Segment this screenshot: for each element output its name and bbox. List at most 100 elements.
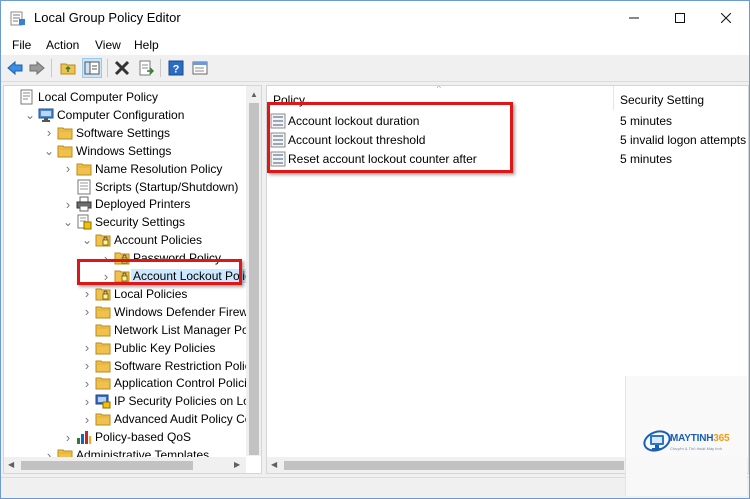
collapse-chevron-icon[interactable]: ⌄	[63, 213, 73, 231]
column-header-security-setting[interactable]: Security Setting	[620, 86, 704, 110]
expand-chevron-icon[interactable]: ›	[82, 357, 92, 375]
tree-item[interactable]: › Name Resolution Policy	[4, 160, 246, 178]
security-setting-value: 5 invalid logon attempts	[620, 133, 747, 147]
tree-vertical-scroll-thumb[interactable]	[249, 103, 259, 455]
collapse-chevron-icon[interactable]: ⌄	[25, 106, 35, 124]
collapse-chevron-icon[interactable]: ⌄	[44, 142, 54, 160]
menu-action[interactable]: Action	[46, 38, 79, 52]
tree-item-label: Name Resolution Policy	[95, 161, 223, 176]
tree-item[interactable]: › Password Policy	[4, 249, 246, 267]
maximize-button[interactable]	[657, 1, 703, 34]
tree-item-label: Scripts (Startup/Shutdown)	[95, 179, 239, 194]
tree-item[interactable]: ⌄ Account Policies	[4, 231, 246, 249]
expand-chevron-icon[interactable]: ›	[101, 249, 111, 267]
back-button[interactable]	[5, 58, 25, 78]
expand-chevron-icon[interactable]: ›	[63, 428, 73, 446]
security-setting-value: 5 minutes	[620, 152, 673, 166]
column-header-policy[interactable]: Policy	[273, 86, 305, 110]
tree-item[interactable]: › Software Settings	[4, 124, 246, 142]
folder-icon	[57, 143, 73, 159]
show-hide-tree-button[interactable]	[82, 58, 102, 78]
scroll-up-icon[interactable]: ▲	[250, 90, 258, 99]
title-bar[interactable]: Local Group Policy Editor	[1, 1, 749, 35]
up-folder-icon	[60, 63, 76, 75]
tree-item[interactable]: ⌄ Computer Configuration	[4, 106, 246, 124]
tree-horizontal-scroll-thumb[interactable]	[21, 461, 193, 470]
tree-item[interactable]: Network List Manager Polici	[4, 321, 261, 339]
tree-item[interactable]: › Local Policies	[4, 285, 246, 303]
scroll-right-icon[interactable]: ▶	[234, 460, 240, 469]
details-scroll-left-icon[interactable]: ◀	[271, 460, 277, 469]
tree-vertical-scrollbar[interactable]: ▲	[246, 86, 261, 456]
policy-row[interactable]: Account lockout duration 5 minutes	[267, 111, 748, 130]
tree-item-label: Public Key Policies	[114, 340, 216, 355]
collapse-chevron-icon[interactable]: ⌄	[82, 231, 92, 249]
tree-item[interactable]: ⌄ Windows Settings	[4, 142, 246, 160]
folder-icon	[95, 304, 111, 320]
tree-item[interactable]: Scripts (Startup/Shutdown)	[4, 178, 246, 196]
sort-ascending-icon: ^	[437, 85, 441, 93]
up-folder-button[interactable]	[58, 58, 78, 78]
tree-item-label: IP Security Policies on Local	[114, 394, 262, 409]
delete-button[interactable]	[112, 58, 132, 78]
tree-item-label: Deployed Printers	[95, 197, 191, 212]
policy-name: Account lockout threshold	[288, 133, 426, 147]
expand-chevron-icon[interactable]: ›	[63, 160, 73, 178]
policy-row[interactable]: Reset account lockout counter after 5 min…	[267, 149, 748, 168]
folder-icon	[95, 358, 111, 374]
tree-item[interactable]: › Deployed Printers	[4, 195, 246, 213]
forward-button[interactable]	[27, 58, 47, 78]
maytinh365-watermark: MAYTINH365 Chuyên & Thủ thuật Máy tính	[625, 376, 747, 496]
expand-chevron-icon[interactable]: ›	[82, 303, 92, 321]
svg-text:?: ?	[173, 64, 180, 76]
tree-item[interactable]: ⌄ Security Settings	[4, 213, 246, 231]
properties-button[interactable]	[190, 58, 210, 78]
policy-row[interactable]: Account lockout threshold 5 invalid logon…	[267, 130, 748, 149]
tree-item[interactable]: Local Computer Policy	[4, 88, 246, 106]
folder-icon	[95, 411, 111, 427]
tree-item[interactable]: › Public Key Policies	[4, 339, 246, 357]
tree-item[interactable]: › Advanced Audit Policy Conf	[4, 410, 261, 428]
tree-item-label: Local Computer Policy	[38, 90, 159, 104]
menu-bar: File Action View Help	[1, 35, 749, 55]
expand-chevron-icon[interactable]: ›	[82, 285, 92, 303]
minimize-button[interactable]	[611, 1, 657, 34]
tree-item-label: Computer Configuration	[57, 107, 185, 122]
tree-item[interactable]: › Application Control Policies	[4, 374, 260, 392]
tree-item-label: Account Lockout Policy	[131, 269, 260, 283]
export-list-button[interactable]	[136, 58, 156, 78]
expand-chevron-icon[interactable]: ›	[82, 374, 92, 392]
watermark-tagline: Chuyên & Thủ thuật Máy tính	[670, 446, 722, 451]
expand-chevron-icon[interactable]: ›	[101, 267, 111, 285]
tree-item[interactable]: › Policy-based QoS	[4, 428, 246, 446]
menu-help[interactable]: Help	[134, 38, 159, 52]
folder-icon	[95, 322, 111, 338]
menu-view[interactable]: View	[95, 38, 121, 52]
details-horizontal-scroll-thumb[interactable]	[284, 461, 624, 470]
tree-item-label: Windows Defender Firewall	[114, 304, 261, 319]
console-tree[interactable]: Local Computer Policy ⌄ Computer Configura…	[3, 85, 262, 474]
policy-name: Reset account lockout counter after	[288, 152, 477, 166]
security-setting-value: 5 minutes	[620, 114, 673, 128]
minimize-icon	[629, 17, 639, 18]
tree-item[interactable]: › Account Lockout Policy	[4, 267, 260, 285]
menu-file[interactable]: File	[12, 38, 31, 52]
expand-chevron-icon[interactable]: ›	[63, 195, 73, 213]
tree-item[interactable]: › Software Restriction Policies	[4, 357, 261, 375]
tree-horizontal-scrollbar[interactable]: ◀ ▶	[4, 457, 246, 473]
scroll-left-icon[interactable]: ◀	[8, 460, 14, 469]
tree-item[interactable]: › IP Security Policies on Local	[4, 392, 261, 410]
expand-chevron-icon[interactable]: ›	[82, 410, 92, 428]
tree-item-label: Password Policy	[133, 251, 222, 266]
tree-item-label: Software Restriction Policies	[114, 358, 262, 373]
properties-icon	[192, 61, 208, 75]
expand-chevron-icon[interactable]: ›	[82, 392, 92, 410]
expand-chevron-icon[interactable]: ›	[44, 124, 54, 142]
expand-chevron-icon[interactable]: ›	[82, 339, 92, 357]
folder-icon	[95, 375, 111, 391]
security-folder-icon	[95, 232, 111, 248]
tree-item-label: Local Policies	[114, 286, 188, 301]
close-button[interactable]	[703, 1, 749, 34]
help-button[interactable]: ?	[166, 58, 186, 78]
tree-item[interactable]: › Windows Defender Firewall	[4, 303, 260, 321]
